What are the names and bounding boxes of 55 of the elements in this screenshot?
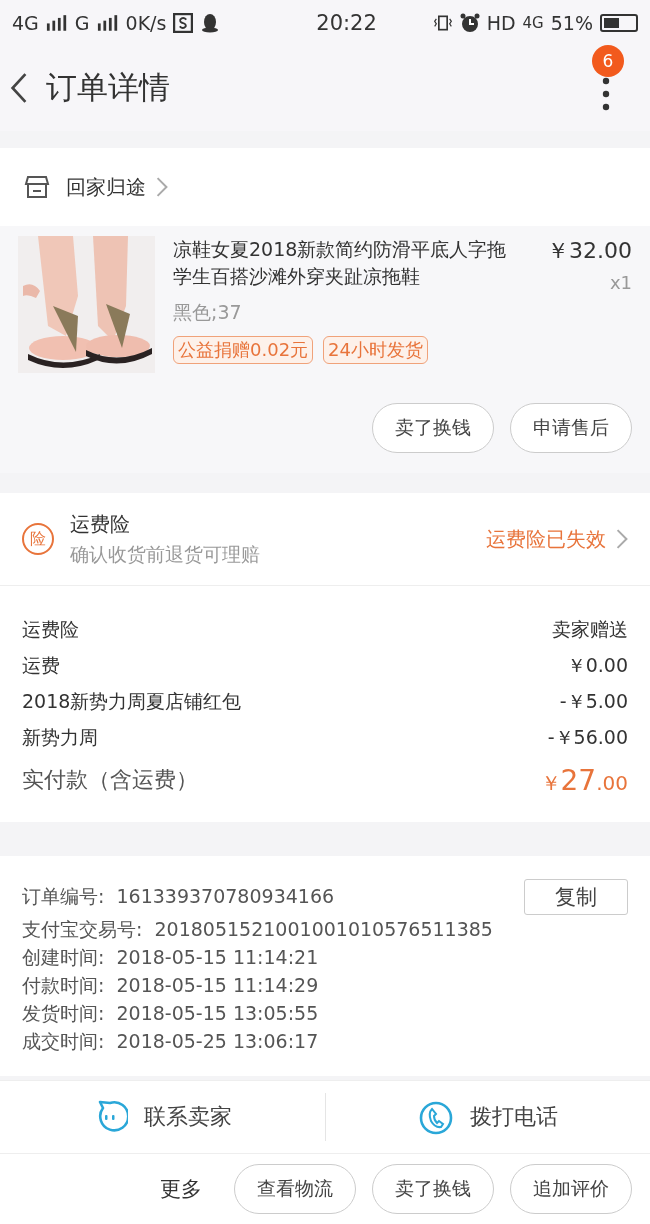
action-button[interactable]: 查看物流 <box>234 1164 356 1214</box>
action-button[interactable]: 追加评价 <box>510 1164 632 1214</box>
shop-name[interactable]: 回家归途 <box>66 173 146 201</box>
total-amount: ￥27.00 <box>540 763 628 797</box>
action-button[interactable]: 申请售后 <box>510 403 632 453</box>
clock-time: 20:22 <box>316 10 377 35</box>
more-label[interactable]: 更多 <box>160 1175 202 1203</box>
fee-value: ￥0.00 <box>566 653 628 678</box>
order-info-line: 支付宝交易号: 2018051521001001010576511385 <box>22 917 493 942</box>
network-label: 4G <box>522 13 544 32</box>
order-info-line: 订单编号: 161339370780934166 <box>22 884 335 909</box>
order-info-line: 创建时间: 2018-05-15 11:14:21 <box>22 945 319 970</box>
order-info-line: 发货时间: 2018-05-15 13:05:55 <box>22 1001 319 1026</box>
fee-label: 运费 <box>22 653 60 678</box>
product-variant: 黑色;37 <box>173 300 243 325</box>
product-price: ￥32.00 <box>547 237 632 265</box>
insurance-badge: 险 <box>22 523 54 555</box>
total-label: 实付款（含运费） <box>22 766 198 794</box>
shop-icon <box>24 175 50 199</box>
page-title: 订单详情 <box>46 68 170 107</box>
signal-icon <box>45 14 68 31</box>
contact-label[interactable]: 联系卖家 <box>144 1102 233 1132</box>
action-button[interactable]: 卖了换钱 <box>372 1164 494 1214</box>
chevron-right-icon[interactable] <box>616 529 628 549</box>
fee-value: -￥56.00 <box>547 725 628 750</box>
alarm-icon <box>459 12 480 33</box>
battery-percent: 51% <box>550 11 593 34</box>
notification-badge: 6 <box>592 45 624 77</box>
network-label: G <box>74 11 90 34</box>
square-s-icon <box>173 12 194 33</box>
hd-label: HD <box>486 11 516 34</box>
fee-label: 运费险 <box>22 617 79 642</box>
more-icon[interactable] <box>602 77 610 111</box>
contact-label[interactable]: 拨打电话 <box>469 1102 558 1132</box>
fee-label: 2018新势力周夏店铺红包 <box>22 689 242 714</box>
back-icon[interactable] <box>10 72 28 104</box>
action-button[interactable]: 卖了换钱 <box>372 403 494 453</box>
fee-value: 卖家赠送 <box>552 617 628 642</box>
battery-icon <box>600 13 638 32</box>
insurance-subtitle: 确认收货前退货可理赔 <box>70 541 260 567</box>
fee-value: -￥5.00 <box>559 689 628 714</box>
speed-label: 0K/s <box>125 11 167 34</box>
copy-button[interactable]: 复制 <box>524 879 628 915</box>
chevron-right-icon[interactable] <box>156 177 168 197</box>
signal-icon <box>96 14 119 31</box>
network-label: 4G <box>12 11 39 34</box>
product-tag: 24小时发货 <box>323 336 428 364</box>
order-info-line: 成交时间: 2018-05-25 13:06:17 <box>22 1029 319 1054</box>
fee-label: 新势力周 <box>22 725 98 750</box>
insurance-title: 运费险 <box>70 510 131 538</box>
product-tag: 公益捐赠0.02元 <box>173 336 314 364</box>
product-quantity: x1 <box>609 272 632 293</box>
phone-icon[interactable] <box>417 1099 454 1135</box>
product-title[interactable]: 凉鞋女夏2018新款简约防滑平底人字拖学生百搭沙滩外穿夹趾凉拖鞋 <box>173 236 513 290</box>
order-info-line: 付款时间: 2018-05-15 11:14:29 <box>22 973 319 998</box>
